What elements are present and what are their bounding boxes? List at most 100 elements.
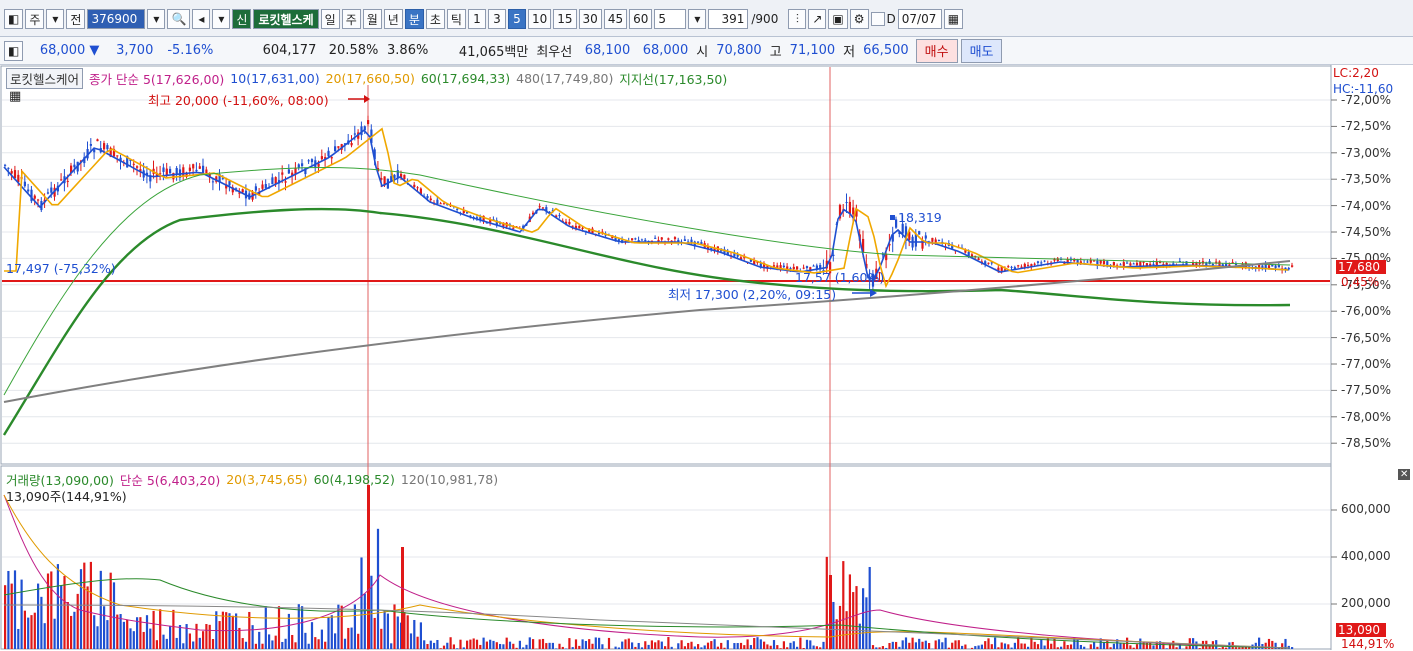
interval-second[interactable]: 초 (426, 9, 445, 29)
interval-week[interactable]: 주 (342, 9, 361, 29)
volume-bar (288, 614, 290, 649)
legend-vol-ma120: 120(10,981,78) (401, 472, 498, 487)
volume-bar (1080, 645, 1082, 649)
volume-bar (423, 640, 425, 649)
interval-year[interactable]: 년 (384, 9, 403, 29)
minute-60[interactable]: 60 (629, 9, 652, 29)
volume-bar (826, 557, 828, 649)
volume-bar (1291, 647, 1293, 649)
period-select[interactable]: 주 (25, 9, 44, 29)
volume-bar (710, 641, 712, 649)
legend-support-line: 지지선(17,163,50) (619, 69, 727, 88)
date-checkbox[interactable] (871, 12, 885, 26)
minute-45[interactable]: 45 (604, 9, 627, 29)
candle-body (499, 224, 501, 225)
price-change-pct: -5.16% (157, 43, 217, 58)
buy-button[interactable]: 매수 (916, 39, 958, 63)
volume-value: 604,177 (217, 43, 320, 58)
volume-bar (773, 640, 775, 649)
candle-body (634, 238, 636, 239)
volume-bar (964, 645, 966, 649)
volume-bar (146, 615, 148, 649)
chart-menu-icon[interactable]: ◧ (4, 9, 23, 29)
period-dropdown-icon[interactable]: ▾ (46, 9, 64, 29)
custom-interval-input[interactable]: 5 (654, 9, 686, 29)
speaker-icon[interactable]: ◂ (192, 9, 210, 29)
candle-body (1212, 264, 1214, 265)
volume-bar (987, 638, 989, 649)
volume-bar (829, 575, 832, 649)
volume-bar (453, 644, 455, 649)
chart-area[interactable]: 로킷헬스케어 종가 단순 5(17,626,00) 10(17,631,00) … (0, 65, 1413, 650)
prev-toggle[interactable]: 전 (66, 9, 85, 29)
volume-bar (126, 620, 128, 649)
volume-bar (380, 629, 382, 649)
candle-body (1129, 263, 1131, 265)
minute-15[interactable]: 15 (553, 9, 576, 29)
draw-tool-icon[interactable]: ↗ (808, 9, 826, 29)
minute-30[interactable]: 30 (579, 9, 602, 29)
save-icon[interactable]: ▣ (828, 9, 847, 29)
minute-1[interactable]: 1 (468, 9, 486, 29)
volume-bar (780, 648, 782, 649)
candle-body (1268, 265, 1270, 268)
candle-body (440, 203, 442, 204)
interval-tick[interactable]: 틱 (447, 9, 466, 29)
candle-body (212, 181, 214, 182)
new-badge[interactable]: 신 (232, 9, 251, 29)
custom-interval-dropdown-icon[interactable]: ▾ (688, 9, 706, 29)
volume-bar (364, 594, 366, 649)
code-dropdown-icon[interactable]: ▾ (147, 9, 165, 29)
minute-10[interactable]: 10 (528, 9, 551, 29)
stock-name-box[interactable]: 로킷헬스케어 (6, 68, 83, 89)
minute-3[interactable]: 3 (488, 9, 506, 29)
candle-body (1291, 265, 1293, 267)
volume-bar (648, 645, 650, 649)
bar-count-input[interactable]: 391 (708, 9, 748, 29)
volume-bar (83, 563, 85, 649)
volume-bar (664, 646, 666, 649)
candle-body (582, 228, 584, 229)
price-tick: -73,50% (1341, 172, 1391, 186)
candle-body (11, 171, 13, 174)
volume-bar (925, 641, 927, 649)
interval-month[interactable]: 월 (363, 9, 382, 29)
volume-bar (80, 569, 82, 649)
grid-toggle-icon[interactable]: ▦ (9, 89, 21, 104)
interval-minute[interactable]: 분 (405, 9, 424, 29)
candle-body (789, 268, 791, 269)
price-tick: -78,50% (1341, 436, 1391, 450)
minute-5[interactable]: 5 (508, 9, 526, 29)
volume-bar (631, 642, 633, 649)
candle-body (417, 187, 419, 188)
indicator-icon[interactable]: ⫶ (788, 9, 806, 29)
candle-body (430, 199, 432, 201)
gear-icon[interactable]: ⚙ (850, 9, 869, 29)
volume-bar (238, 628, 240, 649)
stock-code-input[interactable]: 376900 (87, 9, 145, 29)
volume-bar (100, 571, 102, 649)
interval-day[interactable]: 일 (321, 9, 340, 29)
volume-bar (347, 628, 349, 649)
volume-bar (852, 592, 854, 649)
volume-bar (265, 606, 267, 649)
sell-button[interactable]: 매도 (961, 39, 1003, 63)
volume-bar (628, 639, 630, 649)
volume-bar (57, 564, 59, 649)
search-icon[interactable]: 🔍 (167, 9, 190, 29)
candle-body (813, 266, 815, 267)
volume-bar (417, 637, 419, 649)
volume-bar (945, 638, 947, 649)
current-volume-pct: 144,91% (1341, 637, 1394, 651)
calendar-icon[interactable]: ▦ (944, 9, 963, 29)
volume-bar (661, 642, 663, 649)
speaker-dropdown-icon[interactable]: ▾ (212, 9, 230, 29)
candle-body (978, 258, 980, 260)
chart-canvas[interactable] (0, 65, 1413, 650)
volume-bar (1060, 647, 1062, 649)
volume-bar (308, 644, 310, 649)
volume-bar (479, 645, 481, 649)
panel-close-icon[interactable]: ✕ (1398, 469, 1410, 480)
date-input[interactable]: 07/07 (898, 9, 942, 29)
quote-menu-icon[interactable]: ◧ (4, 41, 23, 61)
